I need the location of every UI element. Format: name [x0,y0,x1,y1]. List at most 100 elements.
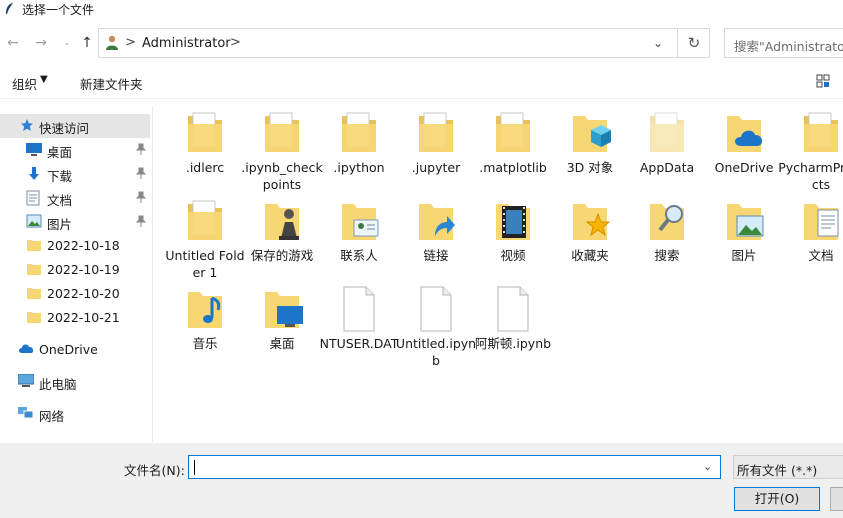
file-item[interactable]: 收藏夹 [551,198,629,284]
file-type-select[interactable]: 所有文件 (*.*) [733,455,843,479]
file-icon [420,286,452,332]
folder-icon [804,112,838,152]
dialog-footer: 文件名(N): ⌄ 所有文件 (*.*) 打开(O) [0,443,843,518]
view-options-icon[interactable] [816,74,830,88]
file-item[interactable]: .ipynb_checkpoints [241,110,323,196]
file-icon [343,286,375,332]
up-arrow-icon[interactable]: ↑ [78,34,96,52]
file-item[interactable]: OneDrive [705,110,783,196]
address-bar[interactable]: > Administrator > ⌄ ↻ [98,28,710,58]
file-item[interactable]: .matplotlib [474,110,552,196]
file-item[interactable]: 3D 对象 [551,110,629,196]
sidebar-item-folder[interactable]: 2022-10-21 [0,306,150,330]
3d-objects-folder-icon [573,116,611,152]
text-caret [194,460,195,475]
back-arrow-icon[interactable]: ← [4,34,22,52]
file-icon [497,286,529,332]
sidebar-item-folder[interactable]: 2022-10-18 [0,234,150,258]
search-folder-icon [650,204,684,240]
file-item[interactable]: NTUSER.DAT [320,286,398,372]
refresh-icon[interactable]: ↻ [677,29,710,57]
folder-icon [342,112,376,152]
saved-games-folder-icon [265,204,299,240]
sidebar-item-onedrive[interactable]: OneDrive [0,338,150,362]
network-icon [18,407,34,419]
pin-icon[interactable] [136,167,146,179]
file-item[interactable]: .ipython [320,110,398,196]
file-item[interactable]: AppData [628,110,706,196]
folder-icon [188,200,222,240]
search-input[interactable]: 搜索"Administrator" [724,28,843,58]
file-item[interactable]: Untitled Folder 1 [165,198,245,284]
address-dropdown-icon[interactable]: ⌄ [653,36,663,50]
sidebar-item-network[interactable]: 网络 [0,402,150,426]
breadcrumb-separator: > [125,35,136,50]
music-folder-icon [188,292,222,328]
sidebar-item-folder[interactable]: 2022-10-20 [0,282,150,306]
window-title: 选择一个文件 [22,3,95,17]
file-item[interactable]: PycharmProjects [778,110,843,196]
videos-folder-icon [496,204,530,240]
sidebar-item-documents[interactable]: 文档 [0,186,150,210]
folder-icon [27,264,41,275]
sidebar-item-this-pc[interactable]: 此电脑 [0,370,150,394]
pin-icon[interactable] [136,143,146,155]
folder-icon [265,112,299,152]
download-icon [29,167,39,180]
sidebar-item-folder[interactable]: 2022-10-19 [0,258,150,282]
feather-icon [6,3,13,14]
new-folder-button[interactable]: 新建文件夹 [80,74,143,93]
pin-icon[interactable] [136,191,146,203]
file-item[interactable]: 保存的游戏 [243,198,321,284]
open-button[interactable]: 打开(O) [734,487,820,511]
pictures-folder-icon [727,204,764,240]
folder-icon [27,288,41,299]
file-item[interactable]: 联系人 [320,198,398,284]
desktop-icon [26,143,42,156]
file-item[interactable]: .jupyter [397,110,475,196]
sidebar-item-desktop[interactable]: 桌面 [0,138,150,162]
documents-folder-icon [804,204,839,240]
filename-label: 文件名(N): [124,463,185,478]
star-icon [21,119,33,131]
user-icon [106,35,118,50]
file-item[interactable]: 文档 [782,198,843,284]
folder-icon [419,112,453,152]
folder-icon [188,112,222,152]
contacts-folder-icon [342,204,379,240]
links-folder-icon [419,204,455,240]
file-item[interactable]: 链接 [397,198,475,284]
file-item[interactable]: 搜索 [628,198,706,284]
folder-icon [496,112,530,152]
forward-arrow-icon[interactable]: → [32,34,50,52]
cancel-button[interactable] [830,487,843,511]
folder-icon [27,312,41,323]
folder-icon [27,240,41,251]
sidebar-item-quick-access[interactable]: 快速访问 [0,114,150,138]
command-bar: 组织 ▼ 新建文件夹 [0,66,843,99]
file-item[interactable]: .idlerc [166,110,244,196]
sidebar-item-downloads[interactable]: 下载 [0,162,150,186]
sidebar-item-pictures[interactable]: 图片 [0,210,150,234]
folder-icon [650,112,684,152]
file-item[interactable]: 图片 [705,198,783,284]
caret-down-icon[interactable]: ▼ [40,74,48,85]
file-item[interactable]: 视频 [474,198,552,284]
onedrive-folder-icon [727,116,763,152]
filename-input[interactable]: ⌄ [188,455,721,479]
computer-icon [18,374,34,387]
title-bar: 选择一个文件 [0,0,843,18]
file-item[interactable]: 阿斯顿.ipynb [474,286,552,372]
organize-menu[interactable]: 组织 [12,74,37,93]
file-item[interactable]: Untitled.ipynb [396,286,476,372]
favorites-folder-icon [573,204,611,240]
file-item[interactable]: 音乐 [166,286,244,372]
desktop-folder-icon [265,292,303,328]
file-list-view: .idlerc .ipynb_checkpoints .ipython .jup… [154,106,843,442]
recent-chevron-icon[interactable]: ⌄ [58,34,76,52]
breadcrumb-administrator[interactable]: Administrator [142,36,231,51]
pin-icon[interactable] [136,215,146,227]
breadcrumb-separator: > [230,35,241,50]
chevron-down-icon[interactable]: ⌄ [703,460,712,473]
file-item[interactable]: 桌面 [243,286,321,372]
